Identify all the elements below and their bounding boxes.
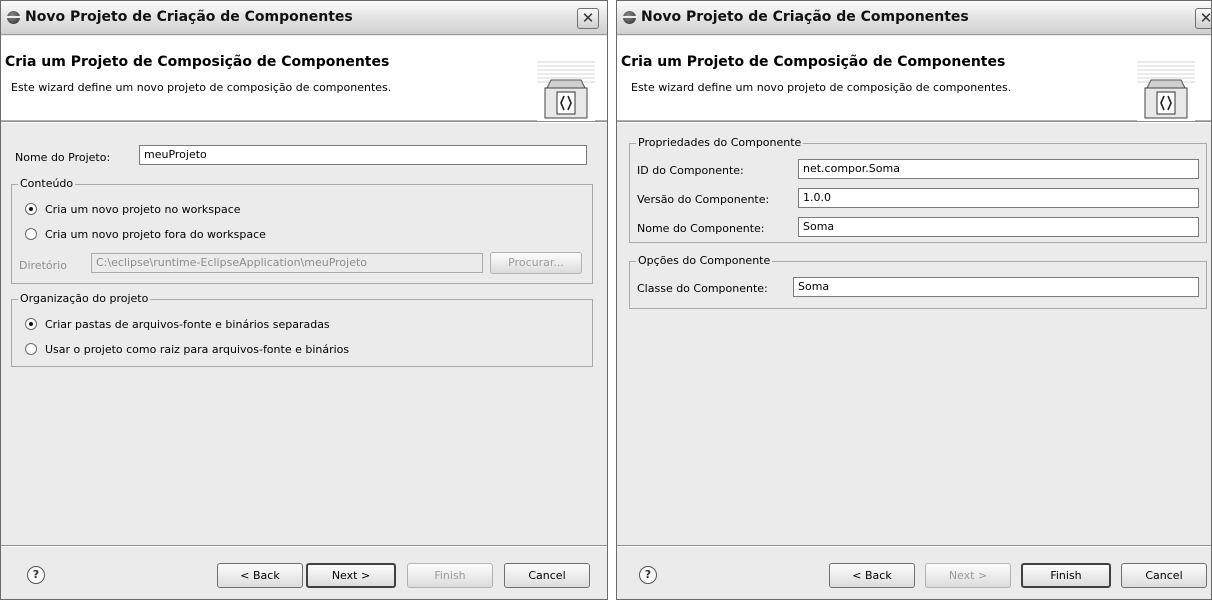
banner-separator	[617, 121, 1211, 123]
wizard-banner: Cria um Projeto de Composição de Compone…	[617, 36, 1211, 122]
close-icon[interactable]: ✕	[1195, 8, 1211, 29]
radio-new-in-workspace[interactable]: Cria um novo projeto no workspace	[25, 203, 241, 216]
wizard-banner-icon	[537, 58, 595, 122]
organization-group: Organização do projeto	[11, 292, 593, 367]
radio-label: Usar o projeto como raiz para arquivos-f…	[45, 343, 350, 356]
close-icon[interactable]: ✕	[577, 8, 599, 29]
component-id-label: ID do Componente:	[637, 164, 744, 177]
content-group-legend: Conteúdo	[18, 177, 76, 190]
title-bar[interactable]: Novo Projeto de Criação de Componentes ✕	[617, 1, 1211, 35]
radio-new-outside-workspace[interactable]: Cria um novo projeto fora do workspace	[25, 228, 266, 241]
app-icon	[6, 11, 21, 24]
footer-separator	[1, 545, 607, 547]
cancel-button[interactable]: Cancel	[504, 563, 590, 588]
window-title: Novo Projeto de Criação de Componentes	[641, 9, 969, 25]
project-name-label: Nome do Projeto:	[15, 151, 111, 164]
radio-button[interactable]	[25, 228, 37, 240]
radio-separate-folders[interactable]: Criar pastas de arquivos-fonte e binário…	[25, 318, 330, 331]
radio-project-as-root[interactable]: Usar o projeto como raiz para arquivos-f…	[25, 343, 349, 356]
finish-button[interactable]: Finish	[407, 563, 493, 588]
radio-button-selected[interactable]	[25, 203, 37, 215]
component-class-input[interactable]: Soma	[793, 277, 1199, 297]
component-name-input[interactable]: Soma	[798, 217, 1199, 237]
back-button[interactable]: < Back	[829, 563, 915, 588]
wizard-window-component: Novo Projeto de Criação de Componentes ✕…	[616, 0, 1212, 600]
next-button[interactable]: Next >	[306, 563, 396, 588]
browse-button[interactable]: Procurar...	[490, 252, 582, 274]
app-icon	[622, 11, 637, 24]
title-bar[interactable]: Novo Projeto de Criação de Componentes ✕	[1, 1, 607, 35]
component-version-label: Versão do Componente:	[637, 193, 770, 206]
back-button[interactable]: < Back	[217, 563, 303, 588]
footer-separator	[617, 545, 1211, 547]
help-icon[interactable]: ?	[27, 566, 45, 584]
component-version-input[interactable]: 1.0.0	[798, 188, 1199, 208]
radio-button-selected[interactable]	[25, 318, 37, 330]
component-name-label: Nome do Componente:	[637, 222, 765, 235]
next-button[interactable]: Next >	[925, 563, 1011, 588]
radio-label: Cria um novo projeto no workspace	[45, 203, 241, 216]
directory-label: Diretório	[19, 259, 67, 272]
banner-separator	[1, 121, 607, 123]
window-title: Novo Projeto de Criação de Componentes	[25, 9, 353, 25]
wizard-banner: Cria um Projeto de Composição de Compone…	[1, 36, 607, 122]
options-group-legend: Opções do Componente	[636, 254, 773, 267]
wizard-banner-icon	[1137, 58, 1195, 122]
directory-input[interactable]: C:\eclipse\runtime-EclipseApplication\me…	[91, 253, 483, 273]
organization-group-legend: Organização do projeto	[18, 292, 151, 305]
wizard-window-project: Novo Projeto de Criação de Componentes ✕…	[0, 0, 608, 600]
banner-title: Cria um Projeto de Composição de Compone…	[5, 54, 390, 70]
finish-button[interactable]: Finish	[1021, 563, 1111, 588]
radio-label: Cria um novo projeto fora do workspace	[45, 228, 266, 241]
banner-title: Cria um Projeto de Composição de Compone…	[621, 54, 1006, 70]
banner-description: Este wizard define um novo projeto de co…	[11, 81, 392, 94]
properties-group-legend: Propriedades do Componente	[636, 136, 804, 149]
project-name-input[interactable]: meuProjeto	[139, 145, 587, 165]
component-class-label: Classe do Componente:	[637, 282, 768, 295]
help-icon[interactable]: ?	[639, 566, 657, 584]
radio-button[interactable]	[25, 343, 37, 355]
component-id-input[interactable]: net.compor.Soma	[798, 159, 1199, 179]
banner-description: Este wizard define um novo projeto de co…	[631, 81, 1012, 94]
cancel-button[interactable]: Cancel	[1121, 563, 1207, 588]
radio-label: Criar pastas de arquivos-fonte e binário…	[45, 318, 330, 331]
